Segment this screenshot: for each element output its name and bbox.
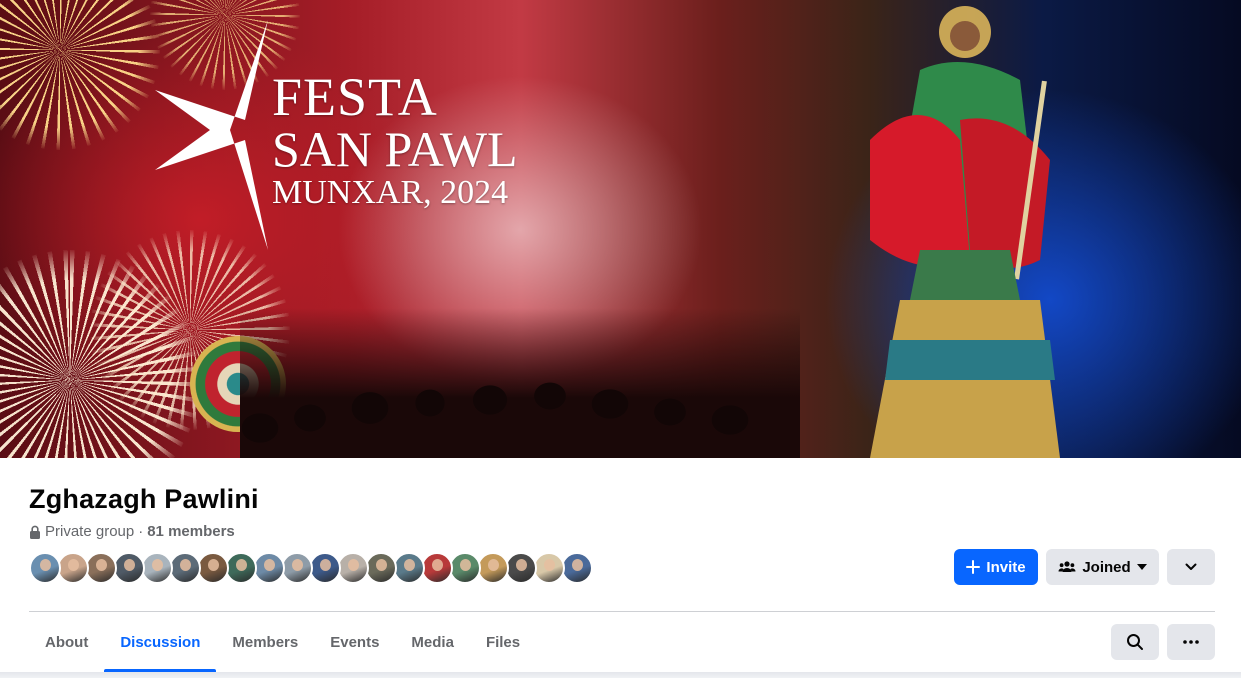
member-avatar[interactable] [449,552,481,584]
chevron-down-icon [1185,563,1197,570]
joined-button[interactable]: Joined [1046,549,1159,585]
member-avatar[interactable] [29,552,61,584]
member-avatar[interactable] [281,552,313,584]
group-options-dropdown-button[interactable] [1167,549,1215,585]
cover-title-line2: SAN PAWL [272,121,518,177]
tab-members[interactable]: Members [216,612,314,672]
lock-icon [30,525,40,539]
member-avatar[interactable] [365,552,397,584]
cover-title-line3: MUNXAR, 2024 [272,174,509,211]
member-avatar[interactable] [393,552,425,584]
plus-icon [966,560,981,574]
group-tab-bar: About Discussion Members Events Media Files [29,612,536,672]
maltese-cross-logo [155,20,268,250]
member-avatar[interactable] [85,552,117,584]
member-avatar[interactable] [225,552,257,584]
meta-separator: · [138,523,144,540]
member-avatar[interactable] [337,552,369,584]
member-avatar-row [29,552,593,584]
member-avatar[interactable] [169,552,201,584]
search-icon [1127,634,1143,650]
member-avatar[interactable] [141,552,173,584]
member-avatar[interactable] [421,552,453,584]
tab-media[interactable]: Media [395,612,470,672]
caret-down-icon [1136,564,1147,570]
content-area-edge [0,672,1241,678]
member-avatar[interactable] [113,552,145,584]
privacy-label: Private group [45,523,135,540]
cover-title: FESTA SAN PAWL MUNXAR, 2024 [272,70,518,210]
invite-button-label: Invite [986,558,1026,576]
more-options-button[interactable] [1167,624,1215,660]
people-icon [1058,561,1076,572]
tab-files[interactable]: Files [470,612,536,672]
tab-discussion[interactable]: Discussion [104,612,217,672]
cover-title-line1: FESTA [272,67,438,127]
invite-button[interactable]: Invite [954,549,1038,585]
member-avatar[interactable] [253,552,285,584]
member-avatar[interactable] [197,552,229,584]
concert-crowd [240,308,800,458]
group-name[interactable]: Zghazagh Pawlini [29,484,259,515]
joined-button-label: Joined [1082,558,1131,576]
group-search-button[interactable] [1111,624,1159,660]
group-meta: Private group · 81 members [29,523,235,540]
firework-burst [0,0,160,150]
member-count-link[interactable]: 81 members [147,523,235,540]
cover-photo[interactable]: FESTA SAN PAWL MUNXAR, 2024 [0,0,1241,458]
tab-about[interactable]: About [29,612,104,672]
member-avatar[interactable] [309,552,341,584]
member-avatar[interactable] [561,552,593,584]
saint-paul-statue [870,6,1060,458]
member-avatar[interactable] [533,552,565,584]
member-avatar[interactable] [505,552,537,584]
member-avatar[interactable] [57,552,89,584]
tab-events[interactable]: Events [314,612,395,672]
member-avatar[interactable] [477,552,509,584]
ellipsis-icon [1183,640,1199,644]
